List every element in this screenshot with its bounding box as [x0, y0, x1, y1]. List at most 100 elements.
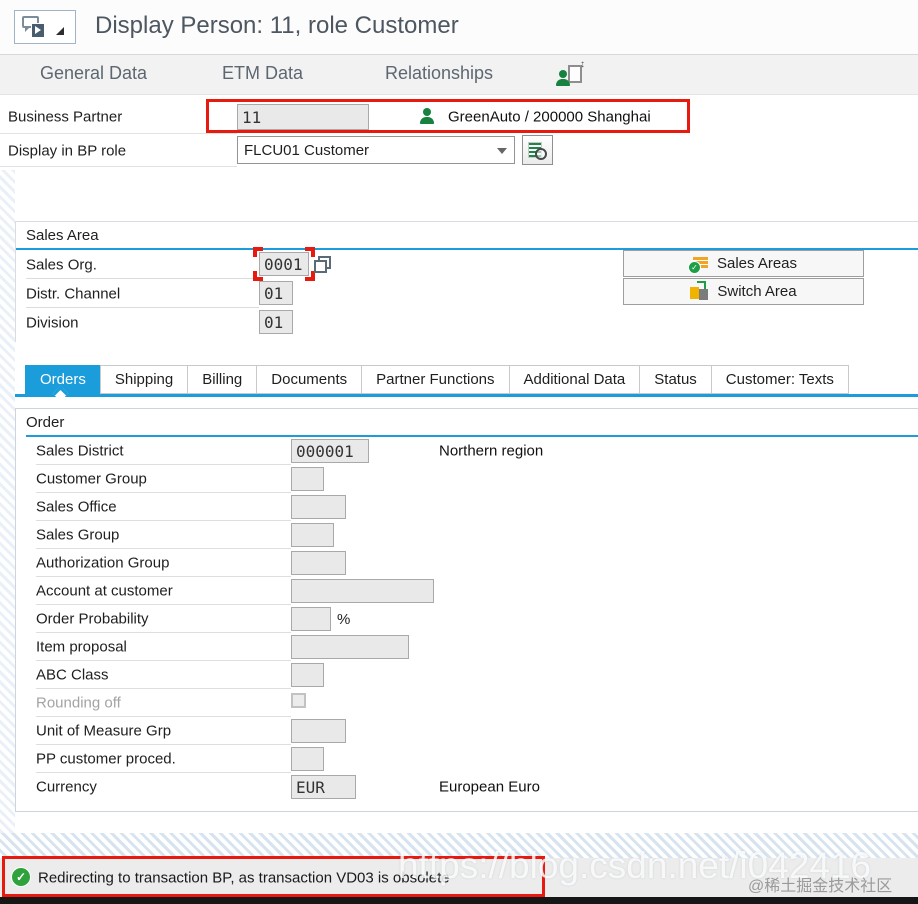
row-separator	[0, 166, 237, 167]
nav-row: General Data ETM Data Relationships ↕	[0, 55, 918, 95]
field-group: 01	[259, 310, 293, 334]
annotation-crop-mark	[253, 247, 263, 257]
account-at-customer-field[interactable]	[291, 579, 434, 603]
annotated-field-wrapper: 0001	[253, 247, 315, 281]
gui-services-menu-button[interactable]	[14, 10, 76, 44]
tab-customer-texts[interactable]: Customer: Texts	[710, 365, 849, 394]
bp-role-value: FLCU01 Customer	[244, 141, 370, 159]
form-row: Unit of Measure Grp	[16, 717, 918, 745]
field-group	[291, 663, 324, 687]
background-stripes	[0, 170, 15, 858]
distr-channel-field[interactable]: 01	[259, 281, 293, 305]
tab-documents[interactable]: Documents	[256, 365, 362, 394]
bp-role-dropdown[interactable]: FLCU01 Customer	[237, 136, 515, 164]
field-group	[291, 495, 346, 519]
sales-office-field[interactable]	[291, 495, 346, 519]
form-row: PP customer proced.	[16, 745, 918, 773]
button-label: Sales Areas	[716, 255, 798, 272]
sales-org-field[interactable]: 0001	[259, 252, 309, 276]
business-partner-field[interactable]: 11	[237, 104, 369, 130]
title-bar: Display Person: 11, role Customer	[0, 0, 918, 55]
currency-field[interactable]: EUR	[291, 775, 356, 799]
form-row: Division 01	[16, 308, 918, 337]
sales-group-field[interactable]	[291, 523, 334, 547]
order-section-title: Order	[26, 414, 65, 431]
unit-suffix: %	[337, 610, 351, 628]
form-row: Sales Group	[16, 521, 918, 549]
form-row: Item proposal	[16, 633, 918, 661]
pp-customer-proced-label: PP customer proced.	[36, 750, 176, 768]
division-field[interactable]: 01	[259, 310, 293, 334]
person-sync-icon[interactable]: ↕	[556, 59, 585, 86]
nav-item-relationships[interactable]: Relationships	[385, 63, 493, 84]
item-proposal-label: Item proposal	[36, 638, 127, 656]
nav-item-general-data[interactable]: General Data	[40, 63, 147, 84]
business-partner-label: Business Partner	[8, 108, 123, 126]
field-group	[291, 579, 434, 603]
bp-role-row: Display in BP role FLCU01 Customer	[0, 134, 918, 167]
abc-class-field[interactable]	[291, 663, 324, 687]
form-row: Sales Office	[16, 493, 918, 521]
sales-area-panel: Sales Area Sales Org. 0001 Distr. Channel 0…	[15, 221, 918, 342]
sales-org-label: Sales Org.	[26, 256, 97, 273]
form-row: Order Probability%	[16, 605, 918, 633]
multiple-values-icon[interactable]	[314, 255, 331, 273]
unit-of-measure-grp-field[interactable]	[291, 719, 346, 743]
customer-group-label: Customer Group	[36, 470, 147, 488]
tab-status[interactable]: Status	[639, 365, 711, 394]
sales-district-field[interactable]: 000001	[291, 439, 369, 463]
background-stripes	[0, 833, 918, 858]
play-icon	[31, 23, 45, 38]
abc-class-label: ABC Class	[36, 666, 109, 684]
business-partner-description: GreenAuto / 200000 Shanghai	[448, 108, 651, 126]
sales-district-label: Sales District	[36, 442, 124, 460]
sales-group-label: Sales Group	[36, 526, 120, 544]
page-title: Display Person: 11, role Customer	[95, 12, 459, 39]
arrow-icon	[697, 281, 707, 290]
form-row: Rounding off	[16, 689, 918, 717]
tab-billing[interactable]: Billing	[187, 365, 257, 394]
form-row: Account at customer	[16, 577, 918, 605]
tab-partner-functions[interactable]: Partner Functions	[361, 365, 509, 394]
order-probability-field[interactable]	[291, 607, 331, 631]
field-group	[291, 747, 324, 771]
switch-area-button[interactable]: Switch Area	[623, 278, 864, 305]
person-icon	[420, 108, 434, 124]
field-group: 01	[259, 281, 293, 305]
sync-arrows-icon: ↕	[580, 59, 585, 70]
success-icon	[12, 868, 30, 886]
pp-customer-proced-field[interactable]	[291, 747, 324, 771]
chevron-down-icon	[497, 148, 507, 154]
customer-group-field[interactable]	[291, 467, 324, 491]
item-proposal-field[interactable]	[291, 635, 409, 659]
status-bar: Redirecting to transaction BP, as transa…	[0, 858, 918, 897]
role-detail-button[interactable]	[522, 135, 553, 165]
authorization-group-field[interactable]	[291, 551, 346, 575]
field-group	[291, 551, 346, 575]
tab-shipping[interactable]: Shipping	[99, 365, 188, 394]
field-group: EUR	[291, 775, 356, 799]
business-partner-row: Business Partner 11 GreenAuto / 200000 S…	[0, 100, 918, 134]
tab-additional-data[interactable]: Additional Data	[508, 365, 640, 394]
status-message: Redirecting to transaction BP, as transa…	[38, 869, 450, 886]
switch-area-icon	[690, 281, 709, 300]
sales-office-label: Sales Office	[36, 498, 117, 516]
form-row: Authorization Group	[16, 549, 918, 577]
account-at-customer-label: Account at customer	[36, 582, 173, 600]
sales-district-description: Northern region	[439, 442, 544, 460]
field-group: 000001	[291, 439, 369, 463]
field-group	[291, 719, 346, 743]
bottom-strip	[0, 897, 918, 904]
sales-areas-button[interactable]: Sales Areas	[623, 250, 864, 277]
tabstrip-underline	[15, 394, 918, 397]
field-group: %	[291, 607, 350, 631]
order-probability-label: Order Probability	[36, 610, 149, 628]
person-icon	[556, 70, 570, 86]
rounding-off-checkbox[interactable]	[291, 693, 306, 708]
form-row: Currency EUR European Euro	[16, 773, 918, 801]
nav-item-etm-data[interactable]: ETM Data	[222, 63, 303, 84]
sales-areas-icon	[687, 256, 708, 274]
role-search-icon	[528, 141, 547, 160]
orders-tab-panel: Order Sales District 000001 Northern regio…	[15, 408, 918, 812]
rounding-off-label: Rounding off	[36, 694, 121, 712]
